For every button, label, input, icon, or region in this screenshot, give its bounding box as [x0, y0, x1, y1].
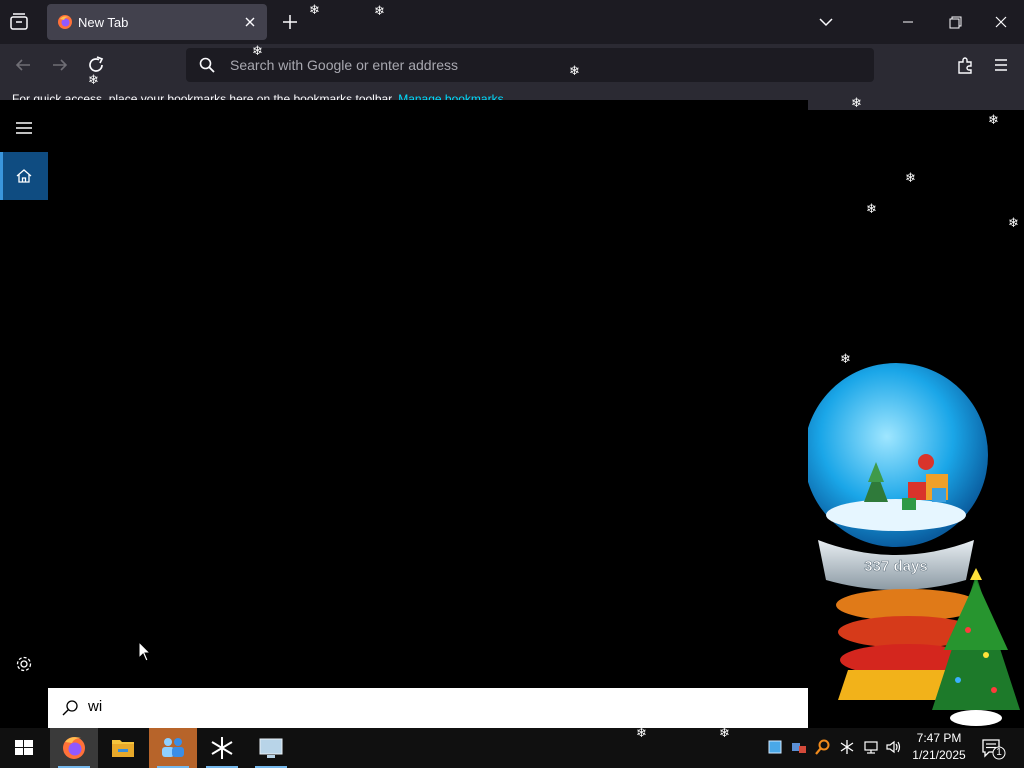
snowflake-decoration: ❄: [840, 352, 851, 367]
start-expand-button[interactable]: [0, 104, 48, 152]
snow-globe-icon: 337 days: [804, 363, 1020, 726]
snowflake-decoration: ❄: [719, 726, 730, 741]
forward-arrow-icon[interactable]: [49, 54, 71, 76]
clock-date: 1/21/2025: [912, 748, 966, 762]
search-icon: [62, 700, 78, 716]
tray-asterisk-icon[interactable]: [838, 738, 856, 756]
days-counter: 337 days: [864, 558, 927, 575]
tab-new-tab[interactable]: New Tab: [47, 4, 267, 40]
computer-app-icon: [259, 738, 283, 758]
browser-navigation-bar: [0, 44, 1024, 86]
action-center-button[interactable]: 1: [980, 736, 1006, 760]
taskbar-file-explorer[interactable]: [99, 728, 147, 768]
start-settings-button[interactable]: [0, 640, 48, 688]
browser-tab-bar: New Tab: [0, 0, 1024, 44]
volume-icon[interactable]: [885, 738, 903, 756]
firefox-icon: [58, 15, 72, 29]
address-bar[interactable]: [186, 48, 874, 82]
taskbar: 7:47 PM 1/21/2025 1: [0, 728, 1024, 768]
tab-list-button[interactable]: [8, 11, 30, 33]
snowflake-decoration: ❄: [252, 44, 263, 59]
tab-title: New Tab: [78, 15, 129, 30]
taskbar-clock[interactable]: 7:47 PM 1/21/2025: [906, 730, 972, 764]
notification-count: 1: [996, 747, 1002, 758]
tray-blue-app-icon[interactable]: [766, 738, 784, 756]
taskbar-firefox[interactable]: [50, 728, 98, 768]
windows-logo-icon: [15, 740, 33, 755]
asterisk-app-icon: [211, 737, 233, 759]
start-search-results-panel: [48, 100, 808, 688]
snowflake-decoration: ❄: [905, 171, 916, 186]
snowflake-decoration: ❄: [988, 113, 999, 128]
snowflake-decoration: ❄: [569, 64, 580, 79]
snowflake-decoration: ❄: [88, 73, 99, 88]
snowflake-decoration: ❄: [851, 96, 862, 111]
snowflake-decoration: ❄: [1008, 216, 1019, 231]
desktop-background: 337 days: [804, 110, 1024, 728]
start-home-button[interactable]: [0, 152, 48, 200]
snowflake-decoration: ❄: [866, 202, 877, 217]
start-button[interactable]: [0, 728, 48, 768]
close-icon[interactable]: [241, 13, 259, 31]
taskbar-snow-app[interactable]: [198, 728, 246, 768]
file-explorer-icon: [112, 740, 134, 757]
tray-network-share-icon[interactable]: [790, 738, 808, 756]
screen: New Tab Search with Google or enter addr…: [0, 0, 1024, 768]
taskbar-remote-app[interactable]: [247, 728, 295, 768]
tab-list-icon: [10, 13, 28, 30]
snowflake-decoration: ❄: [309, 3, 320, 18]
settings-gear-icon: [16, 656, 32, 672]
snowflake-decoration: ❄: [374, 4, 385, 19]
home-icon: [16, 169, 32, 183]
hamburger-menu-icon: [16, 122, 32, 134]
chevron-down-icon[interactable]: [816, 12, 836, 32]
snowflake-decoration: ❄: [636, 726, 647, 741]
tray-search-tool-icon[interactable]: [814, 738, 832, 756]
plus-icon[interactable]: [280, 12, 300, 32]
minimize-icon[interactable]: [896, 12, 920, 32]
clock-time: 7:47 PM: [916, 731, 962, 745]
users-app-icon: [162, 738, 184, 757]
start-menu-rail: [0, 100, 48, 728]
start-search-box[interactable]: [48, 688, 808, 728]
window-close-icon[interactable]: [990, 12, 1012, 32]
notification-icon: [982, 739, 1006, 760]
mouse-cursor: [138, 641, 152, 662]
address-input[interactable]: [230, 57, 830, 73]
start-search-input[interactable]: [88, 698, 688, 715]
network-icon[interactable]: [862, 738, 880, 756]
taskbar-control-panel[interactable]: [149, 728, 197, 768]
extensions-icon[interactable]: [954, 54, 976, 76]
back-arrow-icon[interactable]: [12, 54, 34, 76]
firefox-icon: [63, 737, 85, 759]
hamburger-menu-icon[interactable]: [990, 54, 1012, 76]
restore-icon[interactable]: [944, 12, 966, 32]
search-icon: [199, 57, 215, 73]
